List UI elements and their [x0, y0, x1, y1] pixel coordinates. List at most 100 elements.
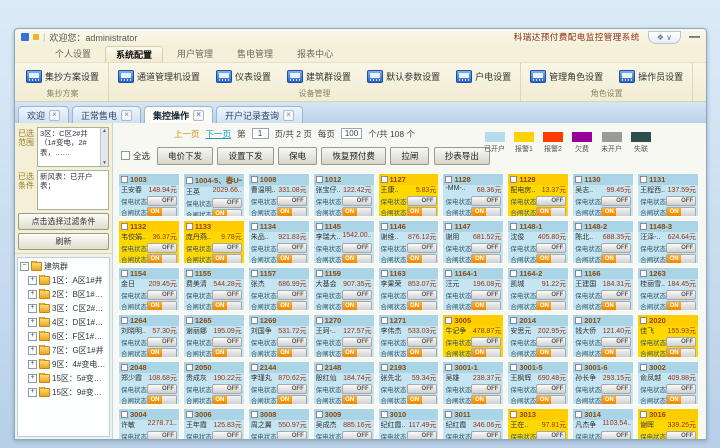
- power-off-toggle[interactable]: OFF: [666, 384, 696, 394]
- card-checkbox[interactable]: [316, 270, 323, 277]
- menu-item-0[interactable]: 个人设置: [45, 46, 101, 62]
- toolbar-button-5[interactable]: 抄表导出: [434, 147, 490, 165]
- power-off-toggle[interactable]: OFF: [407, 431, 437, 439]
- toolbar-button-4[interactable]: 拉闸: [390, 147, 429, 165]
- card-checkbox[interactable]: [251, 270, 258, 277]
- switch-on-toggle[interactable]: ON: [536, 301, 566, 311]
- card-checkbox[interactable]: [575, 411, 582, 418]
- switch-on-toggle[interactable]: ON: [407, 301, 437, 311]
- power-off-toggle[interactable]: OFF: [147, 384, 177, 394]
- close-icon[interactable]: ×: [193, 110, 204, 121]
- card-checkbox[interactable]: [121, 364, 128, 371]
- expand-icon[interactable]: +: [28, 318, 37, 327]
- card-checkbox[interactable]: [640, 411, 647, 418]
- switch-on-toggle[interactable]: ON: [212, 301, 242, 311]
- card-checkbox[interactable]: [121, 411, 128, 418]
- power-off-toggle[interactable]: OFF: [601, 196, 631, 206]
- card-checkbox[interactable]: [445, 364, 452, 371]
- switch-on-toggle[interactable]: ON: [147, 254, 177, 264]
- close-icon[interactable]: ×: [49, 110, 60, 121]
- switch-on-toggle[interactable]: ON: [407, 348, 437, 358]
- card-checkbox[interactable]: [445, 411, 452, 418]
- tree-item-4[interactable]: +6区：F区1#井（F区…: [20, 331, 108, 342]
- power-off-toggle[interactable]: OFF: [277, 337, 307, 347]
- switch-on-toggle[interactable]: ON: [601, 395, 631, 405]
- card-checkbox[interactable]: [381, 176, 388, 183]
- expand-icon[interactable]: +: [28, 276, 37, 285]
- card-checkbox[interactable]: [381, 270, 388, 277]
- switch-on-toggle[interactable]: ON: [407, 254, 437, 264]
- scroll-down-icon[interactable]: ▼: [101, 160, 108, 166]
- menu-item-4[interactable]: 报表中心: [287, 46, 343, 62]
- power-off-toggle[interactable]: OFF: [471, 196, 501, 206]
- ribbon-button-1-4[interactable]: 户电设置: [454, 69, 513, 84]
- tab-2[interactable]: 集控操作×: [144, 106, 213, 123]
- expand-icon[interactable]: +: [28, 346, 37, 355]
- select-all-checkbox[interactable]: [121, 151, 130, 160]
- power-off-toggle[interactable]: OFF: [471, 384, 501, 394]
- scrollbar[interactable]: ▲▼: [100, 128, 108, 166]
- switch-on-toggle[interactable]: ON: [536, 348, 566, 358]
- card-checkbox[interactable]: [316, 364, 323, 371]
- power-off-toggle[interactable]: OFF: [536, 196, 566, 206]
- power-off-toggle[interactable]: OFF: [471, 431, 501, 439]
- switch-on-toggle[interactable]: ON: [212, 254, 242, 264]
- close-icon[interactable]: ×: [283, 110, 294, 121]
- card-checkbox[interactable]: [510, 270, 517, 277]
- menu-item-2[interactable]: 用户管理: [167, 46, 223, 62]
- card-checkbox[interactable]: [121, 317, 128, 324]
- card-checkbox[interactable]: [121, 176, 128, 183]
- card-checkbox[interactable]: [575, 176, 582, 183]
- expand-icon[interactable]: +: [28, 360, 37, 369]
- card-checkbox[interactable]: [316, 176, 323, 183]
- switch-on-toggle[interactable]: ON: [666, 348, 696, 358]
- power-off-toggle[interactable]: OFF: [212, 243, 242, 253]
- power-off-toggle[interactable]: OFF: [147, 243, 177, 253]
- card-checkbox[interactable]: [445, 270, 452, 277]
- power-off-toggle[interactable]: OFF: [407, 196, 437, 206]
- power-off-toggle[interactable]: OFF: [342, 384, 372, 394]
- page-number-input[interactable]: 1: [252, 128, 269, 139]
- page-size-input[interactable]: 100: [341, 128, 362, 139]
- switch-on-toggle[interactable]: ON: [471, 254, 501, 264]
- select-all[interactable]: 全选: [121, 150, 150, 162]
- switch-on-toggle[interactable]: ON: [277, 207, 307, 217]
- refresh-button[interactable]: 刷新: [18, 233, 109, 250]
- switch-on-toggle[interactable]: ON: [536, 254, 566, 264]
- power-off-toggle[interactable]: OFF: [147, 431, 177, 439]
- power-off-toggle[interactable]: OFF: [147, 196, 177, 206]
- switch-on-toggle[interactable]: ON: [147, 348, 177, 358]
- power-off-toggle[interactable]: OFF: [277, 384, 307, 394]
- power-off-toggle[interactable]: OFF: [666, 243, 696, 253]
- power-off-toggle[interactable]: OFF: [471, 243, 501, 253]
- switch-on-toggle[interactable]: ON: [536, 395, 566, 405]
- toolbar-button-0[interactable]: 电价下发: [157, 147, 213, 165]
- card-checkbox[interactable]: [121, 270, 128, 277]
- tree-item-7[interactable]: +15区：5#变站（3#…: [20, 373, 108, 384]
- minimize-button[interactable]: —: [689, 33, 700, 41]
- power-off-toggle[interactable]: OFF: [536, 431, 566, 439]
- card-checkbox[interactable]: [186, 270, 193, 277]
- tree-item-1[interactable]: +2区：B区1#井/B区1…: [20, 289, 108, 300]
- card-checkbox[interactable]: [316, 223, 323, 230]
- selected-range-box[interactable]: 3区：C区2#井（1#变电，2#表，…… ▲▼: [37, 127, 109, 167]
- power-off-toggle[interactable]: OFF: [212, 337, 242, 347]
- card-checkbox[interactable]: [445, 223, 452, 230]
- ribbon-button-2-1[interactable]: 操作员设置: [617, 69, 685, 84]
- card-checkbox[interactable]: [381, 364, 388, 371]
- card-checkbox[interactable]: [186, 411, 193, 418]
- card-checkbox[interactable]: [251, 317, 258, 324]
- card-checkbox[interactable]: [510, 176, 517, 183]
- switch-on-toggle[interactable]: ON: [471, 301, 501, 311]
- power-off-toggle[interactable]: OFF: [536, 384, 566, 394]
- power-off-toggle[interactable]: OFF: [536, 243, 566, 253]
- card-checkbox[interactable]: [186, 364, 193, 371]
- card-checkbox[interactable]: [510, 317, 517, 324]
- power-off-toggle[interactable]: OFF: [147, 290, 177, 300]
- card-checkbox[interactable]: [381, 223, 388, 230]
- selected-condition-box[interactable]: 新风表：已开户表；: [37, 170, 109, 210]
- tree-item-5[interactable]: +7区：G区1#井: [20, 345, 108, 356]
- switch-on-toggle[interactable]: ON: [407, 207, 437, 217]
- power-off-toggle[interactable]: OFF: [601, 384, 631, 394]
- switch-on-toggle[interactable]: ON: [212, 395, 242, 405]
